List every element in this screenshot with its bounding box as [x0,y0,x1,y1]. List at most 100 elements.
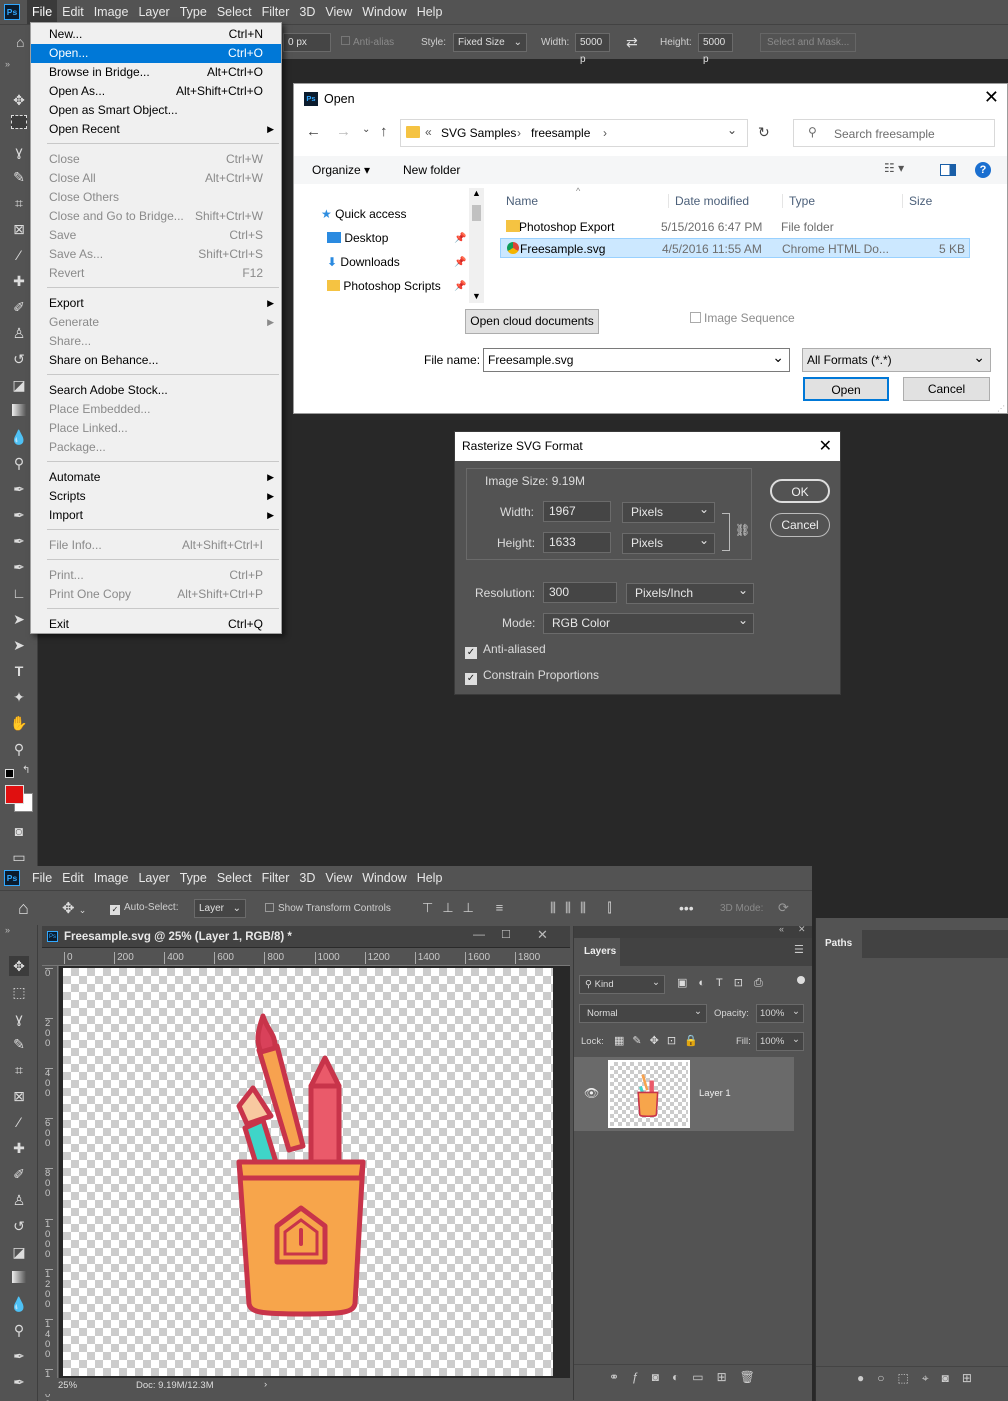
move-tool-icon[interactable]: ✥ [9,90,29,110]
visibility-eye-icon[interactable]: 👁 [584,1086,599,1100]
menu-filter[interactable]: Filter [257,866,295,890]
help-icon[interactable]: ? [975,162,991,178]
fill-input[interactable]: 100% ⌄ [756,1032,804,1051]
menu-select[interactable]: Select [212,866,257,890]
height-input[interactable]: 1633 [543,532,611,553]
open-cloud-documents-button[interactable]: Open cloud documents [465,309,599,334]
menu-edit[interactable]: Edit [57,0,89,24]
healing-tool-icon[interactable]: ✚ [9,271,29,291]
custom-shape-icon[interactable]: ✦ [9,687,29,707]
filter-toggle[interactable] [797,976,805,984]
breadcrumb-item-svg-samples[interactable]: SVG Samples [441,126,516,140]
frame-tool-icon[interactable]: ⊠ [9,1086,29,1106]
layer-dropdown[interactable]: Layer ⌄ [194,898,246,918]
stamp-tool-icon[interactable]: ♙ [9,1190,29,1210]
document-canvas[interactable] [63,968,553,1376]
move-tool-icon[interactable]: ✥ [9,956,29,976]
zoom-level[interactable]: 25% [58,1380,77,1391]
chevron-right-icon[interactable]: › [264,1379,267,1390]
opacity-input[interactable]: 100% ⌄ [756,1004,804,1023]
lock-icons[interactable]: ▦✎✥⊡🔒 [614,1034,706,1047]
layer-name[interactable]: Layer 1 [699,1088,731,1099]
file-menu-item-open-as[interactable]: Open As... Alt+Shift+Ctrl+O [31,82,281,101]
back-arrow-icon[interactable]: ← [306,123,321,140]
tab-paths[interactable]: Paths [816,930,862,958]
pen-tool-icon[interactable]: ✒ [9,479,29,499]
file-menu-item-exit[interactable]: Exit Ctrl+Q [31,615,281,634]
nav-scrollbar[interactable]: ▲ ▼ [469,188,484,303]
3d-orbit-icon[interactable]: ⟳ [778,900,789,916]
collapse-icon[interactable]: » [5,925,10,935]
gradient-tool-icon[interactable] [9,401,29,421]
menu-image[interactable]: Image [89,0,134,24]
close-panel-icon[interactable]: ✕ [798,924,806,935]
height-unit-dropdown[interactable]: Pixels [622,531,715,554]
breadcrumb[interactable]: « SVG Samples › freesample › ⌄ [400,119,748,147]
freeform-pen-icon[interactable]: ✒ [9,1372,29,1392]
type-tool-icon[interactable]: T [9,661,29,681]
home-icon[interactable]: ⌂ [18,898,29,919]
resolution-unit-dropdown[interactable]: Pixels/Inch [626,581,754,604]
organize-button[interactable]: Organize ▾ [312,163,370,177]
lasso-tool-icon[interactable]: ɣ [9,141,29,161]
menu-3d[interactable]: 3D [294,866,320,890]
marquee-tool-icon[interactable]: ⬚ [9,982,29,1002]
menu-view[interactable]: View [320,0,357,24]
menu-select[interactable]: Select [212,0,257,24]
nav-item-photoshop-scripts[interactable]: Photoshop Scripts [327,279,441,293]
menu-filter[interactable]: Filter [257,0,295,24]
menu-file[interactable]: File [27,866,57,890]
default-colors-icon[interactable] [5,769,14,778]
width-input[interactable]: 1967 [543,501,611,522]
quick-mask-icon[interactable]: ◙ [9,821,29,841]
eraser-tool-icon[interactable]: ◪ [9,1242,29,1262]
close-icon[interactable]: ✕ [819,432,832,461]
search-input[interactable]: ⚲ Search freesample [793,119,995,147]
quick-select-tool-icon[interactable]: ✎ [9,167,29,187]
forward-arrow-icon[interactable]: → [336,123,351,140]
curvature-pen-icon[interactable]: ✒ [9,531,29,551]
file-menu-item-export[interactable]: Export ▶ [31,294,281,313]
file-row[interactable]: Photoshop Export 5/15/2016 6:47 PM File fo… [500,217,970,237]
chevron-down-icon[interactable]: ⌄ [727,123,737,137]
minimize-icon[interactable]: — [473,927,485,941]
file-menu-item-open[interactable]: Open... Ctrl+O [31,44,281,63]
gradient-tool-icon[interactable] [9,1268,29,1288]
dodge-tool-icon[interactable]: ⚲ [9,1320,29,1340]
refresh-icon[interactable]: ↻ [758,124,770,141]
menu-3d[interactable]: 3D [294,0,320,24]
brush-tool-icon[interactable]: ✐ [9,297,29,317]
doc-info[interactable]: Doc: 9.19M/12.3M [136,1380,214,1391]
new-folder-button[interactable]: New folder [403,163,460,177]
menu-type[interactable]: Type [175,866,212,890]
menu-image[interactable]: Image [89,866,134,890]
swap-colors-icon[interactable]: ↰ [22,765,30,776]
hand-tool-icon[interactable]: ✋ [9,713,29,733]
freeform-pen-icon[interactable]: ✒ [9,505,29,525]
auto-select-checkbox[interactable]: ✓ Auto-Select: [110,902,178,915]
close-icon[interactable]: ✕ [537,927,548,943]
paths-footer-icons[interactable]: ●○⬚⌖◙⊞ [857,1371,985,1386]
layer-row[interactable]: 👁 Layer 1 [574,1057,794,1131]
blend-mode-dropdown[interactable]: Normal ⌄ [579,1004,707,1023]
filter-icons[interactable]: ▣◐T⊡⎙ [677,976,774,990]
eraser-tool-icon[interactable]: ◪ [9,375,29,395]
menu-help[interactable]: Help [412,0,448,24]
screen-mode-icon[interactable]: ▭ [9,847,29,867]
anchor-pen-icon[interactable]: ✒ [9,557,29,577]
menu-edit[interactable]: Edit [57,866,89,890]
marquee-tool-icon[interactable] [11,115,27,129]
menu-window[interactable]: Window [357,866,411,890]
more-options-icon[interactable]: ••• [679,900,694,916]
history-brush-tool-icon[interactable]: ↺ [9,349,29,369]
menu-help[interactable]: Help [412,866,448,890]
width-unit-dropdown[interactable]: Pixels [622,500,715,523]
convert-point-icon[interactable]: ∟ [9,583,29,603]
menu-window[interactable]: Window [357,0,411,24]
view-options-icon[interactable]: ☷ ▾ [884,161,904,175]
menu-view[interactable]: View [320,866,357,890]
link-icon[interactable]: ⛓ [735,523,750,537]
resize-grip-icon[interactable]: ⋰ [997,404,1005,413]
blur-tool-icon[interactable]: 💧 [9,427,29,447]
nav-item-quick-access[interactable]: ★ Quick access [321,207,406,221]
